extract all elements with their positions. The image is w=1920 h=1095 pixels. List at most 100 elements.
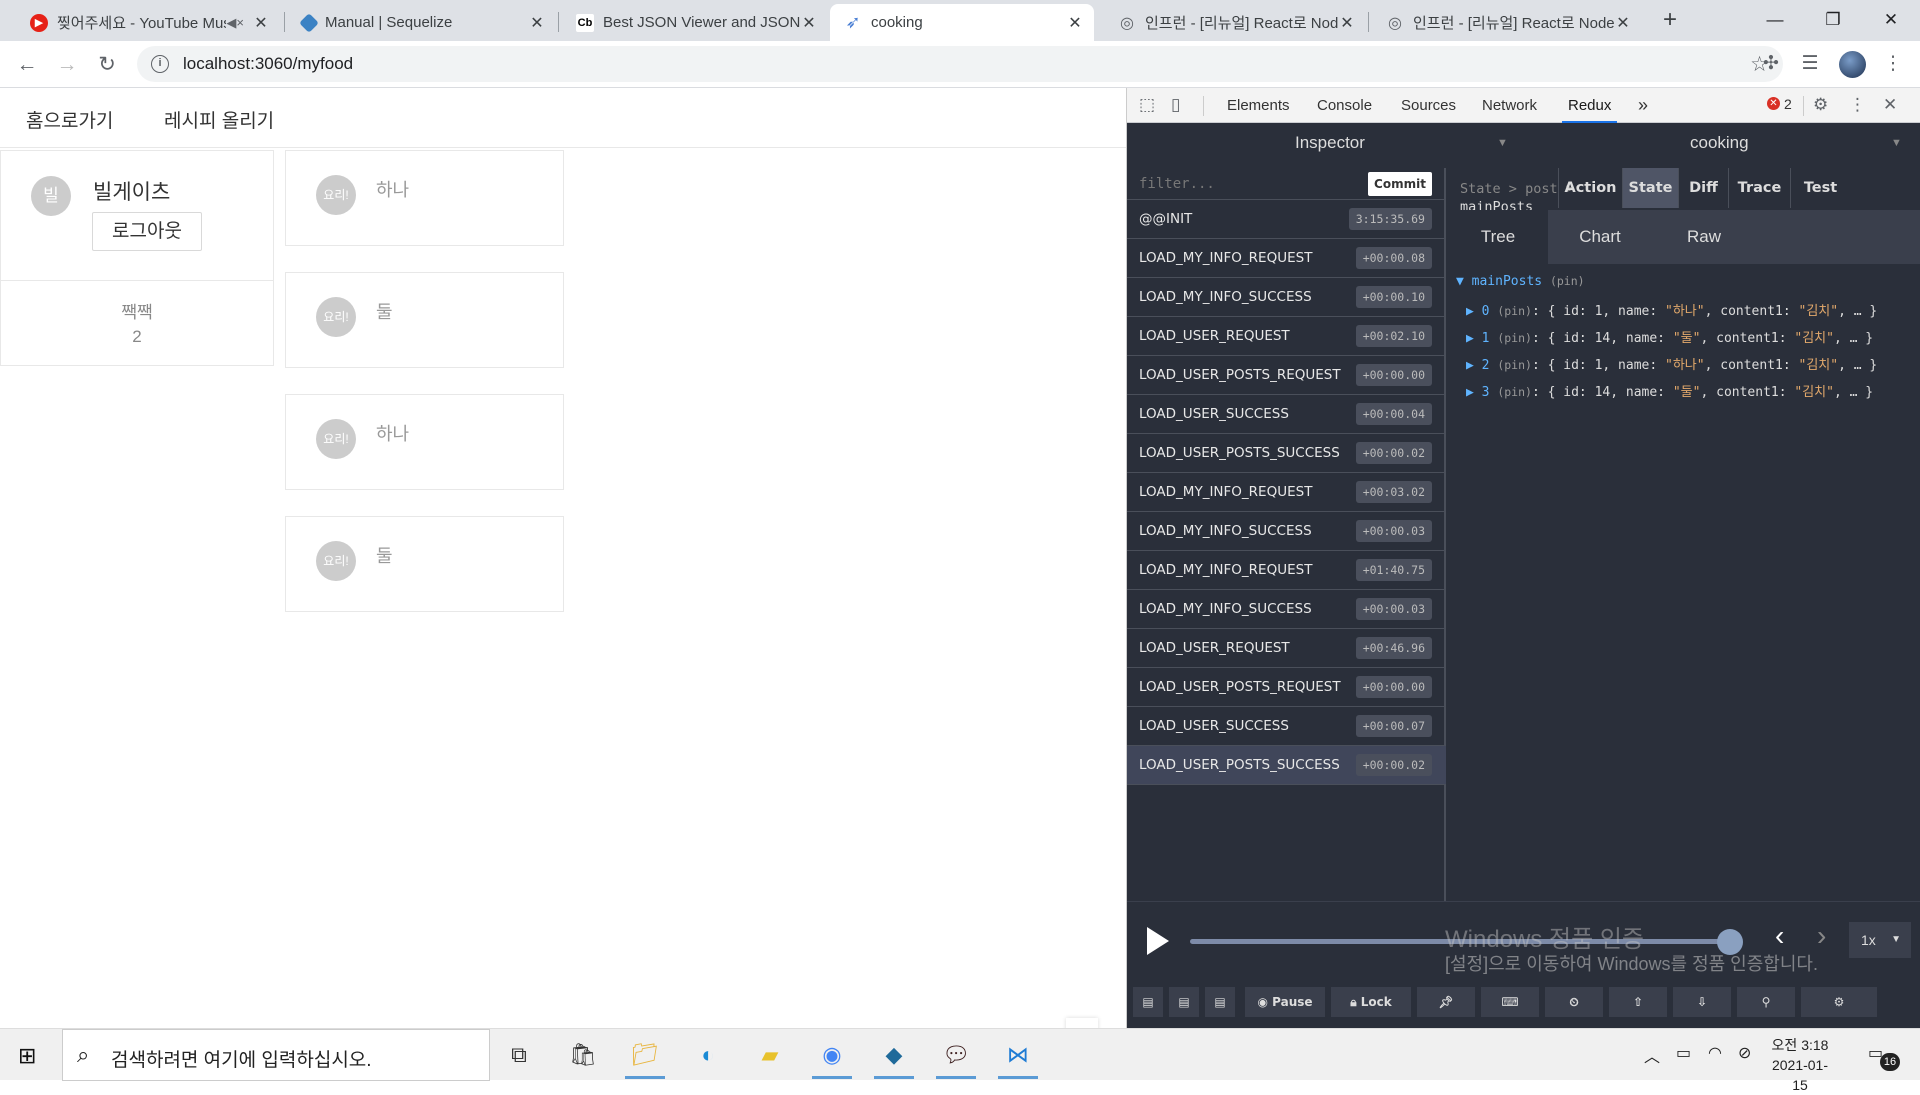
speaker-mute-icon[interactable]: ◀× bbox=[226, 15, 244, 31]
inspect-element-icon[interactable]: ⬚ bbox=[1139, 95, 1155, 115]
collapse-arrow-icon[interactable]: ▼ bbox=[1456, 274, 1464, 289]
post-card[interactable]: 요리! 둘 bbox=[285, 516, 564, 612]
close-tab-icon[interactable]: ✕ bbox=[1338, 13, 1356, 33]
forward-button[interactable]: → bbox=[52, 50, 82, 80]
left-panel-icon[interactable]: ▤ bbox=[1133, 987, 1163, 1017]
action-row[interactable]: LOAD_MY_INFO_SUCCESS +00:00.03 bbox=[1127, 590, 1446, 629]
sticky-notes-icon[interactable]: ▰ bbox=[748, 1037, 792, 1073]
site-info-icon[interactable]: i bbox=[151, 55, 169, 73]
extensions-icon[interactable]: ✣ bbox=[1758, 51, 1784, 77]
tab-youtube-music[interactable]: ▶ 찢어주세요 - YouTube Music ◀× ✕ bbox=[16, 4, 280, 41]
clock[interactable]: 오전 3:18 2021-01-15 bbox=[1765, 1035, 1835, 1095]
chevron-down-icon[interactable]: ▼ bbox=[1891, 137, 1902, 149]
windows-start-icon[interactable]: ⊞ bbox=[18, 1043, 36, 1069]
error-count[interactable]: 2 bbox=[1784, 96, 1792, 112]
tree-pin[interactable]: (pin) bbox=[1497, 304, 1532, 318]
filter-input[interactable]: filter... bbox=[1139, 176, 1215, 192]
tab-tree[interactable]: Tree bbox=[1448, 210, 1548, 264]
post-card[interactable]: 요리! 하나 bbox=[285, 150, 564, 246]
taskbar-search-input[interactable]: 검색하려면 여기에 입력하십시오. bbox=[111, 1045, 372, 1072]
kakaotalk-icon[interactable]: 💬︎ bbox=[934, 1037, 978, 1079]
tab-console[interactable]: Console bbox=[1317, 88, 1372, 123]
chevron-down-icon[interactable]: ▼ bbox=[1497, 137, 1508, 149]
action-tab-button[interactable]: Action bbox=[1558, 168, 1622, 208]
menu-home-link[interactable]: 홈으로가기 bbox=[26, 106, 113, 133]
tree-root[interactable]: ▼ mainPosts (pin) bbox=[1456, 274, 1585, 289]
tab-json-viewer[interactable]: Cb Best JSON Viewer and JSON Beautifier … bbox=[562, 4, 828, 41]
export-button[interactable]: ⇩ bbox=[1673, 987, 1731, 1017]
tray-expand-icon[interactable]: ︿ bbox=[1644, 1043, 1660, 1067]
tree-item[interactable]: ▶ 2 (pin): { id: 1, name: "하나", content1… bbox=[1466, 354, 1877, 373]
task-view-icon[interactable]: ⧉ bbox=[497, 1037, 541, 1073]
error-icon[interactable]: ✕ bbox=[1767, 97, 1780, 110]
logout-button[interactable]: 로그아웃 bbox=[92, 212, 202, 251]
tab-raw[interactable]: Raw bbox=[1652, 210, 1756, 264]
volume-mute-icon[interactable]: ⊘ bbox=[1738, 1043, 1751, 1063]
action-row[interactable]: LOAD_USER_POSTS_SUCCESS +00:00.02 bbox=[1127, 746, 1446, 785]
close-tab-icon[interactable]: ✕ bbox=[252, 13, 270, 33]
close-devtools-icon[interactable]: ✕ bbox=[1883, 95, 1897, 115]
action-row[interactable]: LOAD_USER_POSTS_REQUEST +00:00.00 bbox=[1127, 356, 1446, 395]
stat-label[interactable]: 짹짹 bbox=[1, 298, 273, 323]
menu-upload-recipe-link[interactable]: 레시피 올리기 bbox=[164, 106, 274, 133]
tree-pin[interactable]: (pin) bbox=[1550, 274, 1585, 288]
play-icon[interactable] bbox=[1147, 927, 1169, 955]
post-card[interactable]: 요리! 하나 bbox=[285, 394, 564, 490]
step-forward-icon[interactable]: › bbox=[1817, 920, 1826, 952]
more-tabs-button[interactable]: » bbox=[1638, 88, 1648, 123]
action-row[interactable]: LOAD_USER_POSTS_REQUEST +00:00.00 bbox=[1127, 668, 1446, 707]
tab-network[interactable]: Network bbox=[1482, 88, 1537, 123]
action-row[interactable]: LOAD_USER_SUCCESS +00:00.07 bbox=[1127, 707, 1446, 746]
maximize-button[interactable]: ❐ bbox=[1804, 0, 1862, 41]
breadcrumb-state[interactable]: State bbox=[1460, 181, 1501, 197]
speed-select[interactable]: 1x ▼ bbox=[1849, 922, 1911, 958]
tree-item[interactable]: ▶ 0 (pin): { id: 1, name: "하나", content1… bbox=[1466, 300, 1877, 319]
lightning-icon[interactable]: ⚡ bbox=[1066, 1018, 1098, 1028]
tab-chart[interactable]: Chart bbox=[1548, 210, 1652, 264]
action-row[interactable]: LOAD_MY_INFO_SUCCESS +00:00.10 bbox=[1127, 278, 1446, 317]
post-card[interactable]: 요리! 둘 bbox=[285, 272, 564, 368]
inspector-select[interactable]: Inspector bbox=[1295, 133, 1365, 153]
action-row[interactable]: LOAD_MY_INFO_REQUEST +00:00.08 bbox=[1127, 239, 1446, 278]
action-row[interactable]: LOAD_USER_REQUEST +00:46.96 bbox=[1127, 629, 1446, 668]
back-button[interactable]: ← bbox=[12, 50, 42, 80]
tree-item[interactable]: ▶ 1 (pin): { id: 14, name: "둘", content1… bbox=[1466, 327, 1873, 346]
tab-sequelize[interactable]: Manual | Sequelize ✕ bbox=[288, 4, 556, 41]
browser-menu-icon[interactable]: ⋮ bbox=[1880, 51, 1906, 77]
tab-cooking[interactable]: ➶ cooking ✕ bbox=[830, 4, 1094, 41]
breadcrumb-post[interactable]: post bbox=[1525, 181, 1558, 197]
device-toolbar-icon[interactable]: ▯ bbox=[1171, 95, 1180, 115]
tab-redux[interactable]: Redux bbox=[1562, 88, 1618, 123]
address-bar[interactable]: i localhost:3060/myfood ☆ bbox=[137, 46, 1783, 82]
vscode-icon[interactable]: ⋈ bbox=[996, 1037, 1040, 1079]
import-button[interactable]: ⇧ bbox=[1609, 987, 1667, 1017]
instance-select[interactable]: cooking bbox=[1690, 133, 1749, 153]
network-icon[interactable]: ◠ bbox=[1708, 1043, 1722, 1063]
action-row[interactable]: LOAD_USER_REQUEST +00:02.10 bbox=[1127, 317, 1446, 356]
new-tab-button[interactable]: + bbox=[1656, 6, 1684, 34]
tab-inflearn-2[interactable]: ◎ 인프런 - [리뉴얼] React로 NodeBird ✕ bbox=[1372, 4, 1642, 41]
action-row[interactable]: LOAD_MY_INFO_SUCCESS +00:00.03 bbox=[1127, 512, 1446, 551]
state-tab-button[interactable]: State bbox=[1622, 168, 1678, 208]
expand-arrow-icon[interactable]: ▶ bbox=[1466, 385, 1482, 400]
persist-button[interactable]: 📌︎ bbox=[1417, 987, 1475, 1017]
tree-pin[interactable]: (pin) bbox=[1497, 358, 1532, 372]
tab-elements[interactable]: Elements bbox=[1227, 88, 1290, 123]
settings-gear-icon[interactable]: ⚙ bbox=[1813, 95, 1828, 115]
tab-inflearn-1[interactable]: ◎ 인프런 - [리뉴얼] React로 NodeBird ✕ bbox=[1104, 4, 1366, 41]
test-tab-button[interactable]: Test bbox=[1790, 168, 1850, 208]
dispatcher-button[interactable]: ⌨ bbox=[1481, 987, 1539, 1017]
taskbar-search[interactable]: ⌕ 검색하려면 여기에 입력하십시오. bbox=[62, 1029, 490, 1081]
close-tab-icon[interactable]: ✕ bbox=[528, 13, 546, 33]
right-panel-icon[interactable]: ▤ bbox=[1169, 987, 1199, 1017]
expand-arrow-icon[interactable]: ▶ bbox=[1466, 331, 1482, 346]
expand-arrow-icon[interactable]: ▶ bbox=[1466, 304, 1482, 319]
close-tab-icon[interactable]: ✕ bbox=[800, 13, 818, 33]
tree-pin[interactable]: (pin) bbox=[1497, 331, 1532, 345]
settings-gear-icon[interactable]: ⚙ bbox=[1801, 987, 1877, 1017]
reload-button[interactable]: ↻ bbox=[92, 50, 122, 80]
reading-list-icon[interactable]: ☰ bbox=[1797, 51, 1823, 77]
action-row[interactable]: LOAD_MY_INFO_REQUEST +00:03.02 bbox=[1127, 473, 1446, 512]
tab-sources[interactable]: Sources bbox=[1401, 88, 1456, 123]
slider-toggle-button[interactable]: ⏲ bbox=[1545, 987, 1603, 1017]
